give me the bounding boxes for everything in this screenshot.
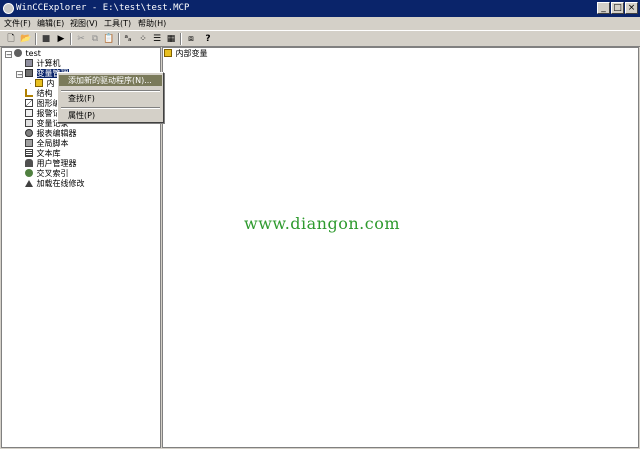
tree-item-label: 交叉索引 xyxy=(36,169,69,178)
tree-root-test[interactable]: test xyxy=(14,49,41,59)
context-help-icon[interactable]: ? xyxy=(202,33,214,45)
wincc-app-icon xyxy=(3,3,14,14)
stop-runtime-icon[interactable]: ■ xyxy=(40,33,52,45)
tree-item-graphics-designer[interactable]: 图形编 xyxy=(25,99,61,109)
content-item-label: 内部变量 xyxy=(175,49,208,58)
watermark-text: www.diangon.com xyxy=(244,214,401,233)
tree-item-label: 计算机 xyxy=(36,59,61,68)
content-pane: 内部变量 xyxy=(162,47,639,448)
toolbar-separator xyxy=(180,33,182,45)
context-menu: 添加新的驱动程序(N)... 查找(F) 属性(P) xyxy=(57,72,164,123)
tree-root-label: test xyxy=(25,49,41,58)
collapse-icon[interactable]: − xyxy=(16,71,23,79)
tree-item-structure-types[interactable]: 结构 xyxy=(25,89,53,99)
alarm-logging-icon xyxy=(25,109,33,117)
menu-item-add-new-driver[interactable]: 添加新的驱动程序(N)... xyxy=(59,75,162,86)
large-icons-view-icon[interactable]: ⁘ xyxy=(137,33,149,45)
activate-runtime-icon[interactable]: ▶ xyxy=(55,33,67,45)
tree-item-computer[interactable]: 计算机 xyxy=(25,59,61,69)
window-title: WinCCExplorer - E:\test\test.MCP xyxy=(16,3,190,13)
menu-file[interactable]: 文件(F) xyxy=(4,17,31,30)
maximize-button[interactable]: □ xyxy=(611,2,624,14)
tree-item-user-administrator[interactable]: 用户管理器 xyxy=(25,159,77,169)
internal-tags-icon xyxy=(35,79,43,87)
toolbar: 🗋 📂 ■ ▶ ✂ ⧉ 📋 ᵃₐ ⁘ ☰ ▦ ⧈ ? xyxy=(0,30,640,47)
tree-item-label: 报表编辑器 xyxy=(36,129,77,138)
structure-icon xyxy=(25,89,33,97)
minimize-button[interactable]: _ xyxy=(597,2,610,14)
tree-item-label: 内 xyxy=(46,79,55,88)
graphics-designer-icon xyxy=(25,99,33,107)
toolbar-separator xyxy=(35,33,37,45)
internal-tags-icon xyxy=(164,49,172,57)
tree-item-internal-tags[interactable]: 内 xyxy=(35,79,55,89)
tree-item-load-online-changes[interactable]: 加载在线修改 xyxy=(25,179,85,189)
tree-item-text-library[interactable]: 文本库 xyxy=(25,149,61,159)
menu-bar: 文件(F) 编辑(E) 视图(V) 工具(T) 帮助(H) xyxy=(0,17,640,30)
small-icons-view-icon[interactable]: ᵃₐ xyxy=(122,33,134,45)
tree-item-label: 文本库 xyxy=(36,149,61,158)
user-administrator-icon xyxy=(25,159,33,167)
tree-item-cross-reference[interactable]: 交叉索引 xyxy=(25,169,69,179)
menu-separator xyxy=(61,107,160,109)
collapse-icon[interactable]: − xyxy=(5,51,12,59)
menu-item-properties[interactable]: 属性(P) xyxy=(59,110,162,121)
cross-reference-icon xyxy=(25,169,33,177)
project-icon xyxy=(14,49,22,57)
text-library-icon xyxy=(25,149,33,157)
title-bar: WinCCExplorer - E:\test\test.MCP _ □ × xyxy=(0,0,640,17)
tree-item-alarm-logging[interactable]: 报警记 xyxy=(25,109,61,119)
report-designer-icon xyxy=(25,129,33,137)
properties-icon[interactable]: ⧈ xyxy=(185,33,197,45)
copy-icon[interactable]: ⧉ xyxy=(89,33,101,45)
menu-view[interactable]: 视图(V) xyxy=(70,17,98,30)
toolbar-separator xyxy=(118,33,120,45)
computer-icon xyxy=(25,59,33,67)
details-view-icon[interactable]: ▦ xyxy=(165,33,177,45)
paste-icon[interactable]: 📋 xyxy=(103,33,115,45)
load-online-changes-icon xyxy=(25,180,33,187)
tag-logging-icon xyxy=(25,119,33,127)
close-button[interactable]: × xyxy=(625,2,638,14)
tree-item-label: 用户管理器 xyxy=(36,159,77,168)
tag-management-icon xyxy=(25,69,33,77)
list-view-icon[interactable]: ☰ xyxy=(151,33,163,45)
global-script-icon xyxy=(25,139,33,147)
tree-item-label: 全局脚本 xyxy=(36,139,69,148)
menu-help[interactable]: 帮助(H) xyxy=(138,17,166,30)
open-folder-icon[interactable]: 📂 xyxy=(20,33,32,45)
content-item-internal-tags[interactable]: 内部变量 xyxy=(164,49,208,59)
menu-separator xyxy=(61,90,160,92)
menu-edit[interactable]: 编辑(E) xyxy=(37,17,64,30)
menu-tools[interactable]: 工具(T) xyxy=(104,17,131,30)
tree-item-label: 结构 xyxy=(36,89,53,98)
tree-dots: · xyxy=(29,80,32,88)
menu-item-find[interactable]: 查找(F) xyxy=(59,93,162,104)
tree-item-global-script[interactable]: 全局脚本 xyxy=(25,139,69,149)
new-file-icon[interactable]: 🗋 xyxy=(5,33,17,45)
tree-item-report-designer[interactable]: 报表编辑器 xyxy=(25,129,77,139)
toolbar-separator xyxy=(70,33,72,45)
cut-icon[interactable]: ✂ xyxy=(75,33,87,45)
tree-item-label: 加载在线修改 xyxy=(36,179,85,188)
